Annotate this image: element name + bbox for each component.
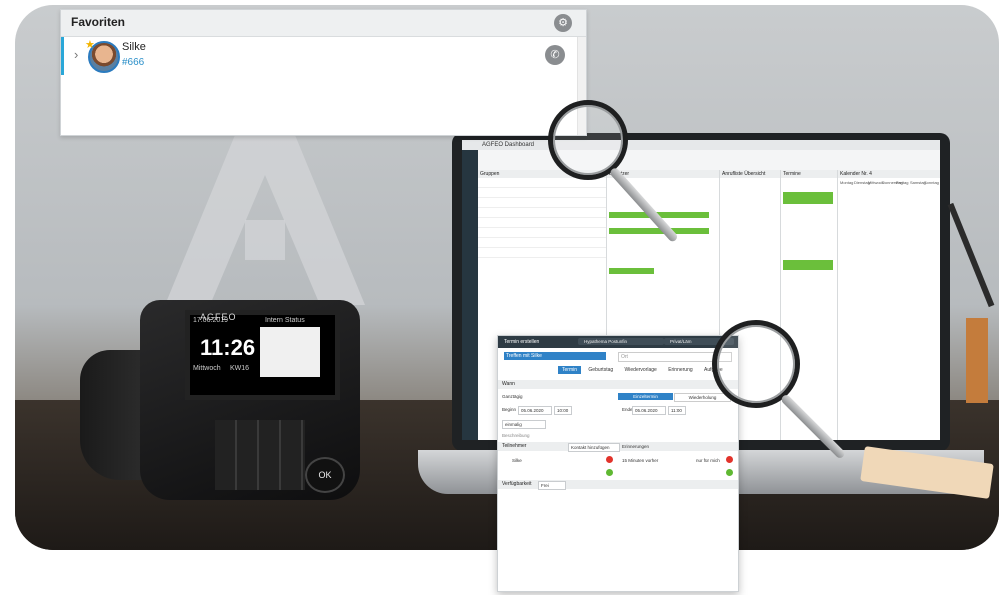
favoriten-panel: Favoriten ⚙ › ★ Silke #666 ✆ (60, 9, 587, 136)
column-kalender: Kalender Nr. 4 Montag Dienstag Mittwoch … (838, 170, 940, 440)
column-header: Kalender Nr. 4 (838, 170, 940, 178)
termin-dialog: Termin erstellen Hypathema Postunfin Pri… (497, 335, 739, 592)
tab-erinnerung[interactable]: Erinnerung (664, 366, 696, 374)
status-select[interactable]: Frei (538, 481, 566, 490)
tab-geburtstag[interactable]: Geburtstag (584, 366, 617, 374)
appointment-block (783, 192, 833, 204)
calendar-day: Freitag (896, 180, 909, 185)
subject-input[interactable]: Treffen mit Silke (504, 352, 606, 360)
appointment-block (783, 260, 833, 270)
dialog-title: Termin erstellen (504, 339, 540, 345)
reminder-mode: nur für mich (696, 458, 720, 463)
status-label: Verfügbarkeit (502, 481, 532, 487)
tab-termin[interactable]: Termin (558, 366, 582, 374)
add-contact-button[interactable]: Kontakt hinzufügen (568, 443, 620, 452)
dialog-tabs: Termin Geburtstag Wiedervorlage Erinneru… (558, 366, 729, 374)
star-icon: ★ (85, 39, 95, 51)
tab-wiedervorlage[interactable]: Wiedervorlage (621, 366, 661, 374)
dialog-header: Termin erstellen Hypathema Postunfin Pri… (498, 336, 738, 348)
app-sidebar (462, 150, 478, 440)
phone-icon[interactable]: ✆ (545, 45, 565, 65)
status-section: Verfügbarkeit (498, 480, 738, 489)
reminder-value: 15 Minuten vorher (622, 458, 659, 463)
recurrence-select[interactable]: einmalig (502, 420, 546, 429)
phone-weekday: Mittwoch (193, 365, 221, 372)
section-wann: Wann (498, 380, 738, 389)
begin-date-field[interactable]: 05.06.2020 (518, 406, 552, 415)
phone-status-panel (260, 327, 320, 377)
favoriten-title: Favoriten (71, 15, 126, 29)
allday-label: Ganztägig (502, 394, 523, 399)
contact-number: #666 (122, 57, 145, 68)
calendar-day: Sonntag (924, 180, 939, 185)
app-window-title: AGFEO Dashboard (462, 140, 940, 150)
end-date-field[interactable]: 05.06.2020 (632, 406, 666, 415)
remove-reminder-icon[interactable] (726, 456, 733, 463)
gear-icon[interactable]: ⚙ (554, 14, 572, 32)
contact-name: Silke (122, 41, 146, 53)
end-label: Ende (622, 407, 633, 412)
ok-button[interactable]: OK (305, 457, 345, 493)
pencil-cup (966, 318, 988, 403)
calendar-day: Montag (840, 180, 854, 185)
calendar-select[interactable]: Hypathema Postunfin (578, 338, 664, 345)
single-appointment-button[interactable]: Einzeltermin (618, 393, 673, 400)
reminder-label: Erinnerungen (622, 444, 650, 449)
add-reminder-icon[interactable] (726, 469, 733, 476)
phone-keypad (215, 420, 305, 490)
column-header: Anrufliste Übersicht (720, 170, 780, 178)
phone-clock: 11:26 (200, 335, 256, 360)
begin-label: Beginn (502, 407, 517, 412)
green-status-bar (609, 268, 654, 274)
column-header: Termine (781, 170, 837, 178)
remove-participant-icon[interactable] (606, 456, 613, 463)
phone-status: Intern Status (265, 317, 305, 324)
chevron-right-icon[interactable]: › (74, 47, 78, 62)
recurring-button[interactable]: Wiederholung (674, 393, 731, 402)
participants-label: Teilnehmer (502, 443, 527, 449)
favorite-contact-row[interactable]: › ★ Silke #666 ✆ (61, 37, 579, 75)
begin-time-field[interactable]: 10:00 (554, 406, 572, 415)
participant-name: Silke (512, 458, 522, 463)
phone-week: KW16 (230, 365, 250, 372)
add-participant-icon[interactable] (606, 469, 613, 476)
phone-brand: AGFEO (200, 312, 237, 322)
favoriten-header: Favoriten ⚙ (61, 10, 586, 37)
end-time-field[interactable]: 11:00 (668, 406, 686, 415)
agfeo-wall-logo (165, 135, 365, 305)
description-label: Beschreibung (502, 433, 530, 438)
